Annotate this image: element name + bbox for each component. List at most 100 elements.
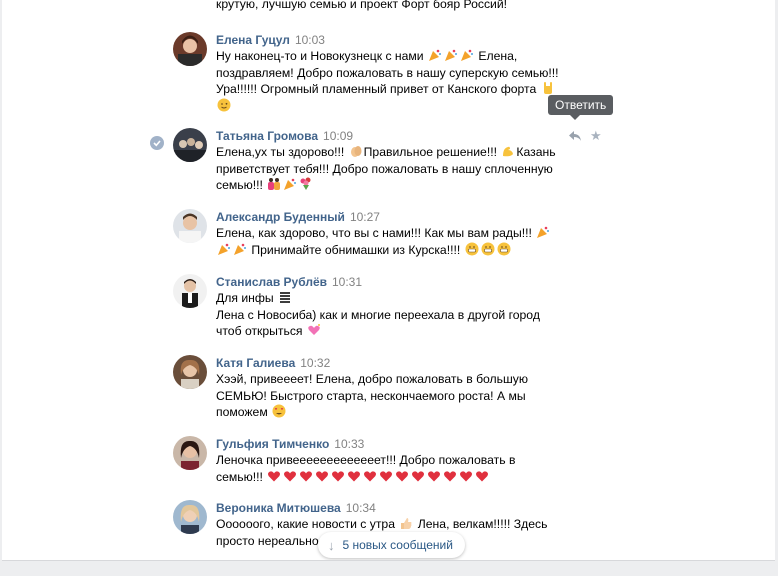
message-text: Ну наконец-то и Новокузнецк с нами Елена… bbox=[216, 48, 572, 114]
star-icon[interactable]: ★ bbox=[590, 129, 603, 142]
author-name[interactable]: Татьяна Громова bbox=[216, 129, 318, 143]
message-line: Лена, велкам!!!!! Здесь bbox=[417, 517, 548, 531]
new-messages-label: 5 новых сообщений bbox=[342, 538, 453, 552]
message-time[interactable]: 10:32 bbox=[300, 356, 330, 370]
grinning-face-emoji bbox=[481, 242, 495, 255]
author-name[interactable]: Елена Гуцул bbox=[216, 33, 290, 47]
sparkling-heart-emoji bbox=[308, 324, 320, 335]
author-name[interactable]: Гульфия Тимченко bbox=[216, 437, 329, 451]
message-time[interactable]: 10:27 bbox=[350, 210, 380, 224]
message-text: крутую, лучшую семью и проект Форт бояр … bbox=[216, 0, 572, 13]
clapping-hands-emoji bbox=[350, 146, 362, 157]
message-line: Леночка привееееееееееееет!!! Добро пожа… bbox=[216, 453, 516, 467]
message-line: Для инфы bbox=[216, 291, 274, 305]
message-header: Татьяна Громова 10:09 bbox=[216, 128, 353, 144]
message-line: Ура!!!!!! Огромный пламенный привет от К… bbox=[216, 82, 537, 96]
red-heart-emoji bbox=[476, 470, 489, 481]
red-heart-emoji bbox=[332, 470, 345, 481]
message-line: СЕМЬЮ! Быстрого старта, нескончаемого ро… bbox=[216, 388, 526, 403]
red-heart-emoji bbox=[428, 470, 441, 481]
message-time[interactable]: 10:33 bbox=[334, 437, 364, 451]
message-header: Александр Буденный 10:27 bbox=[216, 209, 380, 225]
new-messages-button[interactable]: ↓ 5 новых сообщений bbox=[318, 532, 465, 558]
message-line: Лена с Новосиба) как и многие переехала … bbox=[216, 307, 540, 322]
thumbs-up-emoji bbox=[401, 518, 412, 529]
hearts-row bbox=[266, 470, 490, 484]
horns-hand-emoji bbox=[543, 82, 552, 94]
message-line: крутую, лучшую семью и проект Форт бояр … bbox=[216, 0, 508, 11]
message-line: семью!!! bbox=[216, 178, 263, 192]
message-header: Вероника Митюшева 10:34 bbox=[216, 500, 376, 516]
red-heart-emoji bbox=[268, 470, 281, 481]
reply-tooltip: Ответить bbox=[548, 95, 614, 120]
author-name[interactable]: Катя Галиева bbox=[216, 356, 295, 370]
author-name[interactable]: Станислав Рублёв bbox=[216, 275, 327, 289]
arrow-down-icon: ↓ bbox=[328, 537, 335, 553]
grinning-face-emoji bbox=[497, 242, 511, 255]
reply-icon[interactable] bbox=[568, 130, 582, 142]
bouquet-emoji bbox=[300, 177, 311, 190]
message-header: Катя Галиева 10:32 bbox=[216, 355, 330, 371]
message-line: поможем bbox=[216, 405, 268, 419]
message-text: Елена, как здорово, что вы с нами!!! Как… bbox=[216, 225, 572, 258]
red-heart-emoji bbox=[396, 470, 409, 481]
red-heart-emoji bbox=[460, 470, 473, 481]
red-heart-emoji bbox=[412, 470, 425, 481]
check-icon[interactable] bbox=[150, 136, 164, 150]
message-text: Для инфы Лена с Новосиба) как и многие п… bbox=[216, 290, 572, 340]
message-line: поздравляем! Добро пожаловать в нашу суп… bbox=[216, 65, 559, 80]
info-text-icon bbox=[279, 291, 292, 303]
red-heart-emoji bbox=[364, 470, 377, 481]
avatar[interactable] bbox=[173, 436, 207, 470]
party-popper-emoji bbox=[445, 49, 458, 61]
message-line: Правильное решение!!! bbox=[363, 145, 497, 159]
avatar[interactable] bbox=[173, 355, 207, 389]
message-line: приветствует тебя!!! Добро пожаловать в … bbox=[216, 161, 553, 176]
message-line: Елена, как здорово, что вы с нами!!! Как… bbox=[216, 226, 532, 240]
grinning-face-emoji bbox=[465, 242, 479, 255]
avatar[interactable] bbox=[173, 274, 207, 308]
message-header: Гульфия Тимченко 10:33 bbox=[216, 436, 364, 452]
dancers-emoji bbox=[268, 178, 281, 190]
red-heart-emoji bbox=[444, 470, 457, 481]
message-line: чтоб открыться bbox=[216, 324, 303, 338]
winking-face-emoji bbox=[217, 98, 231, 111]
message-header: Елена Гуцул 10:03 bbox=[216, 32, 325, 48]
mention-name: Елена, bbox=[478, 49, 518, 63]
avatar[interactable] bbox=[173, 128, 207, 162]
author-name[interactable]: Вероника Митюшева bbox=[216, 501, 341, 515]
chat-panel: крутую, лучшую семью и проект Форт бояр … bbox=[2, 0, 775, 560]
red-heart-emoji bbox=[380, 470, 393, 481]
message-text: Елена,ух ты здорово!!! Правильное решени… bbox=[216, 144, 572, 194]
party-popper-emoji bbox=[537, 226, 550, 238]
message-line: Ну наконец-то и Новокузнецк с нами bbox=[216, 49, 424, 63]
message-text: Хээй, привеееет! Елена, добро пожаловать… bbox=[216, 371, 572, 421]
party-popper-emoji bbox=[284, 178, 297, 190]
message-line: Хээй, привеееет! Елена, добро пожаловать… bbox=[216, 372, 529, 386]
party-popper-emoji bbox=[234, 243, 246, 255]
avatar[interactable] bbox=[173, 500, 207, 534]
message-line: семью!!! bbox=[216, 469, 263, 484]
red-heart-emoji bbox=[316, 470, 329, 481]
message-time[interactable]: 10:34 bbox=[346, 501, 376, 515]
message-line: Оооооого, какие новости с утра bbox=[216, 517, 395, 531]
red-heart-emoji bbox=[300, 470, 313, 481]
message-text: Леночка привееееееееееееет!!! Добро пожа… bbox=[216, 452, 572, 485]
red-heart-emoji bbox=[348, 470, 361, 481]
page-background-strip bbox=[0, 562, 778, 576]
party-popper-emoji bbox=[218, 243, 230, 255]
message-line: Казань bbox=[516, 145, 556, 159]
author-name[interactable]: Александр Буденный bbox=[216, 210, 345, 224]
message-line: Принимайте обнимашки из Курска!!!! bbox=[251, 242, 461, 257]
party-popper-emoji bbox=[429, 49, 442, 61]
message-time[interactable]: 10:03 bbox=[295, 33, 325, 47]
message-time[interactable]: 10:31 bbox=[332, 275, 362, 289]
avatar[interactable] bbox=[173, 32, 207, 66]
party-popper-emoji bbox=[461, 49, 474, 61]
message-line: Елена,ух ты здорово!!! bbox=[216, 145, 345, 159]
red-heart-emoji bbox=[284, 470, 297, 481]
message-time[interactable]: 10:09 bbox=[323, 129, 353, 143]
heart-eyes-emoji bbox=[272, 404, 286, 418]
flexed-biceps-emoji bbox=[503, 146, 514, 157]
avatar[interactable] bbox=[173, 209, 207, 243]
